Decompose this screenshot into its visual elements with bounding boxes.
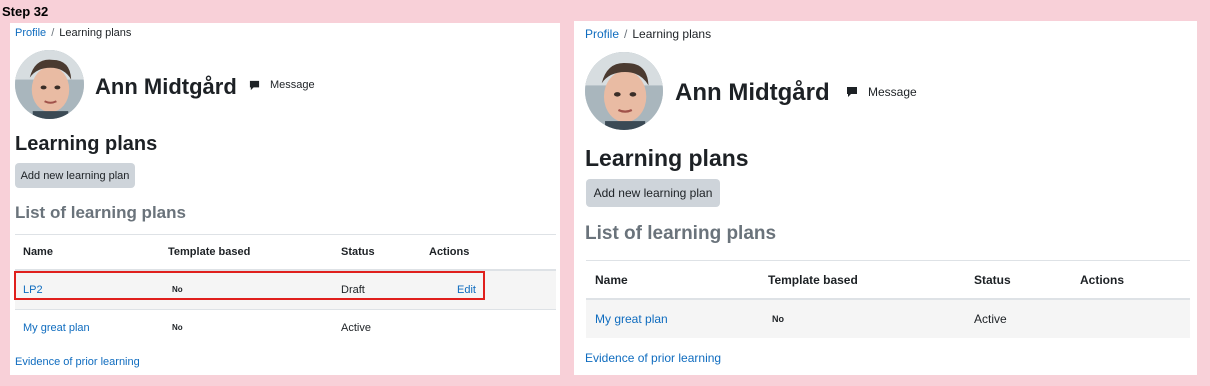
column-header-name: Name [23, 246, 53, 258]
page-heading: Learning plans [15, 133, 158, 155]
template-based-value: No [172, 323, 183, 332]
page-heading: Learning plans [585, 145, 749, 171]
column-header-actions: Actions [429, 246, 470, 258]
column-header-template: Template based [168, 246, 251, 258]
user-avatar[interactable] [585, 52, 663, 130]
user-avatar[interactable] [15, 50, 84, 119]
breadcrumb-current: Learning plans [59, 27, 132, 39]
breadcrumb: Profile / Learning plans [15, 27, 131, 39]
plan-name-link[interactable]: My great plan [595, 312, 668, 326]
column-header-status: Status [974, 273, 1011, 287]
add-learning-plan-button[interactable]: Add new learning plan [586, 179, 720, 207]
breadcrumb-separator: / [624, 27, 628, 41]
evidence-of-prior-learning-link[interactable]: Evidence of prior learning [15, 356, 140, 368]
table-row: My great plan No Active [15, 310, 556, 348]
message-label: Message [868, 85, 917, 99]
add-learning-plan-button[interactable]: Add new learning plan [15, 163, 135, 188]
message-label: Message [270, 79, 315, 91]
message-icon [847, 87, 857, 97]
list-heading: List of learning plans [585, 223, 777, 244]
table-top-border [15, 234, 556, 235]
step-label: Step 32 [2, 4, 49, 19]
status-value: Active [974, 312, 1007, 326]
message-button[interactable]: Message [249, 79, 315, 91]
evidence-of-prior-learning-link[interactable]: Evidence of prior learning [585, 351, 721, 365]
user-full-name: Ann Midtgård [95, 74, 237, 99]
table-top-border [586, 260, 1190, 261]
plan-name-link[interactable]: My great plan [23, 322, 90, 334]
message-button[interactable]: Message [846, 85, 917, 99]
list-heading: List of learning plans [15, 203, 186, 222]
screenshot-panel-after: Profile / Learning plans Ann Midtgård Mess… [574, 21, 1197, 375]
breadcrumb-profile-link[interactable]: Profile [585, 27, 619, 41]
template-based-value: No [772, 314, 784, 324]
breadcrumb: Profile / Learning plans [585, 27, 711, 41]
highlight-box [14, 271, 485, 300]
column-header-actions: Actions [1080, 273, 1125, 287]
breadcrumb-profile-link[interactable]: Profile [15, 27, 46, 39]
breadcrumb-separator: / [51, 27, 55, 39]
table-row: My great plan No Active [586, 300, 1190, 338]
column-header-name: Name [595, 273, 628, 287]
column-header-status: Status [341, 246, 375, 258]
breadcrumb-current: Learning plans [632, 27, 712, 41]
message-icon [249, 80, 260, 90]
user-full-name: Ann Midtgård [675, 79, 830, 106]
status-value: Active [341, 322, 371, 334]
screenshot-panel-before: Profile / Learning plans Ann Midtgård Mess… [10, 23, 560, 375]
column-header-template: Template based [768, 273, 858, 287]
learning-plans-table: Name Template based Status Actions My gr… [586, 260, 1190, 340]
